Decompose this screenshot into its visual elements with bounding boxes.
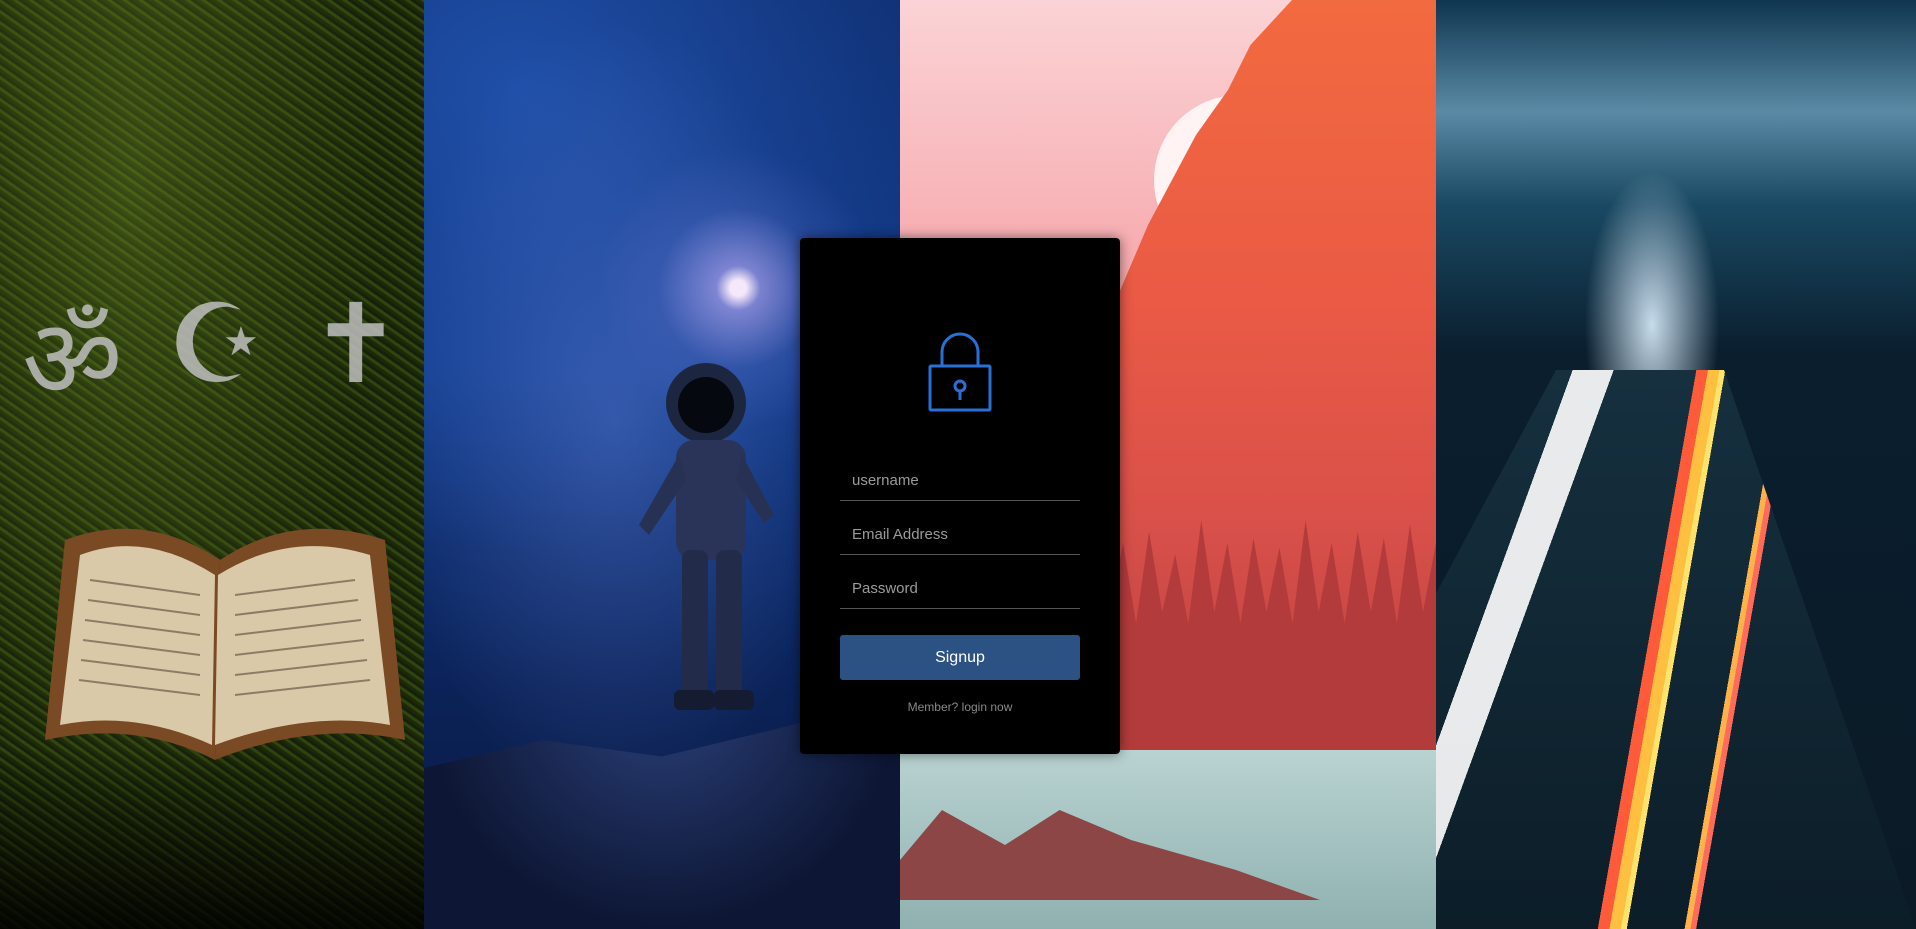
email-field [840,514,1080,555]
religion-background-panel: ॐ ☪ ✝ [0,0,424,929]
highway-light-trails [1436,370,1916,929]
crescent-star-icon: ☪ [166,283,266,406]
open-book-icon [45,528,405,760]
password-field [840,568,1080,609]
lock-icon [928,332,992,412]
email-input[interactable] [840,514,1080,554]
religion-symbols: ॐ ☪ ✝ [0,280,424,430]
signup-button[interactable]: Signup [840,635,1080,680]
password-input[interactable] [840,568,1080,608]
highway-background-panel [1436,0,1916,929]
om-icon: ॐ [22,298,123,421]
member-login-link[interactable]: Member? login now [800,700,1120,714]
signup-card: Signup Member? login now [800,238,1120,754]
cross-icon: ✝ [309,283,402,406]
username-field [840,460,1080,501]
astronaut-figure [639,363,774,710]
username-input[interactable] [840,460,1080,500]
